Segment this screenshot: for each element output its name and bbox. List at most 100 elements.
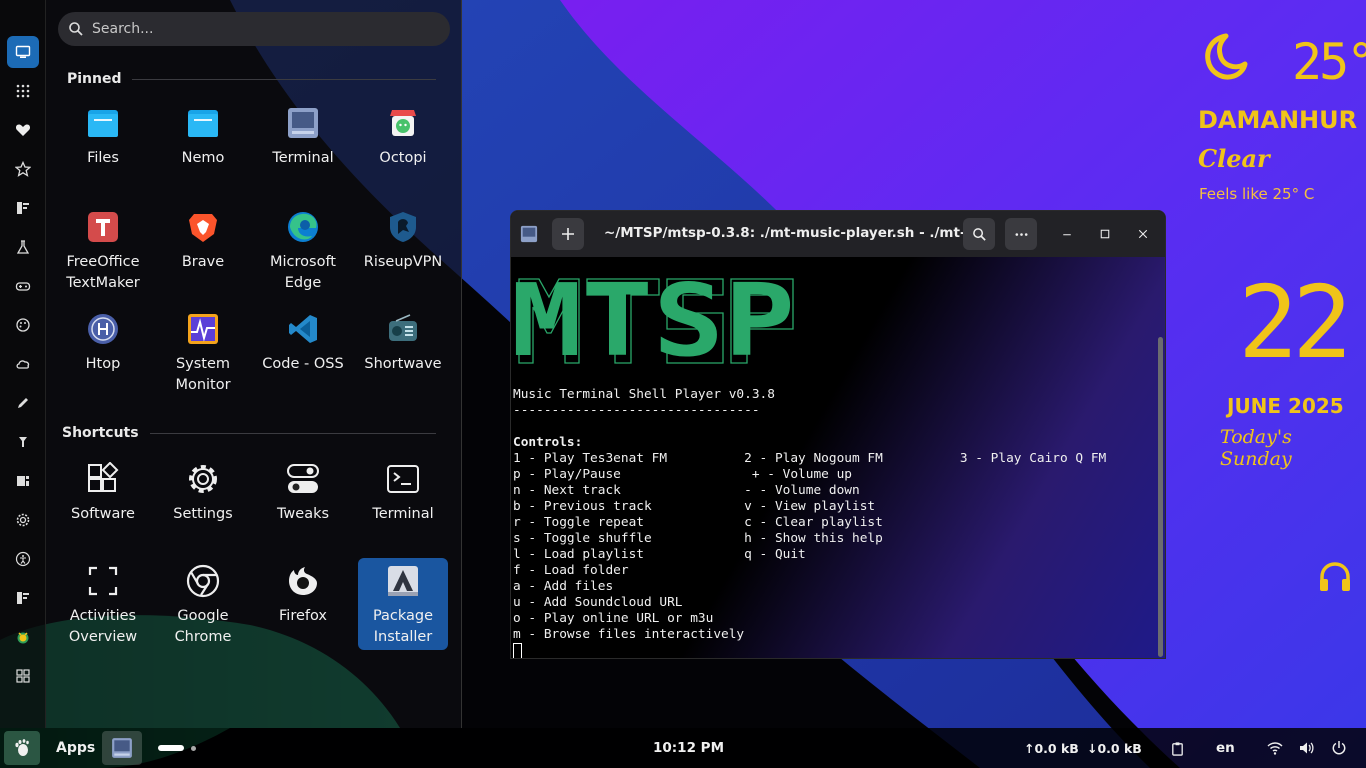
pinned-app-riseupvpn[interactable]: RiseupVPN [358, 204, 448, 296]
taskbar-terminal-task[interactable] [102, 731, 142, 765]
brave-icon [186, 210, 220, 244]
rail-accessibility-icon[interactable] [7, 543, 39, 575]
shortcuts-section-title: Shortcuts [62, 425, 139, 441]
files-icon [86, 106, 120, 140]
rail-games-controller-icon[interactable] [7, 270, 39, 302]
terminal-output[interactable]: MTSP Music Terminal Shell Player v0.3.8 … [511, 257, 1165, 658]
pinned-app-freeoffice-textmaker[interactable]: FreeOffice TextMaker [58, 204, 148, 296]
rail-star-icon[interactable] [7, 153, 39, 185]
rail-accessories-icon[interactable] [7, 192, 39, 224]
pinned-app-microsoft-edge[interactable]: Microsoft Edge [258, 204, 348, 296]
terminal-app-icon [519, 224, 539, 244]
start-button[interactable] [4, 731, 40, 765]
rail-utilities-icon[interactable] [7, 582, 39, 614]
shortcut-package-installer[interactable]: Package Installer [358, 558, 448, 650]
toggle-icon [286, 462, 320, 496]
terminal-window[interactable]: ~/MTSP/mtsp-0.3.8: ./mt-music-player.sh … [510, 210, 1166, 659]
app-label: Settings [173, 506, 233, 522]
date-weekday: Today's Sunday [1220, 426, 1292, 470]
weather-condition: Clear [1198, 144, 1270, 173]
rail-science-flask-icon[interactable] [7, 231, 39, 263]
power-icon[interactable] [1331, 728, 1347, 768]
rail-settings-gear-icon[interactable] [7, 504, 39, 536]
gear-icon [186, 462, 220, 496]
rail-internet-cloud-icon[interactable] [7, 348, 39, 380]
terminal-search-icon[interactable] [963, 218, 995, 250]
upload-arrow-icon: ↑ [1024, 740, 1035, 756]
app-label: Terminal [272, 150, 334, 166]
minimize-icon[interactable] [1057, 224, 1077, 244]
new-tab-plus-icon[interactable] [552, 218, 584, 250]
terminal-line: s - Toggle shuffle h - Show this help [513, 531, 883, 546]
headphones-icon[interactable] [1318, 561, 1352, 593]
pinned-app-brave[interactable]: Brave [158, 204, 248, 296]
app-label: Files [87, 150, 119, 166]
terminal-line: p - Play/Pause + - Volume up [513, 467, 852, 482]
search-input[interactable] [92, 21, 392, 37]
download-value: 0.0 kB [1097, 740, 1142, 756]
rail-development-icon[interactable] [7, 426, 39, 458]
pinned-app-system-monitor[interactable]: System Monitor [158, 306, 248, 398]
shortcut-settings[interactable]: Settings [158, 456, 248, 548]
workspace-active-dot [158, 745, 184, 751]
weather-city: damanhur [1198, 106, 1358, 134]
search-box[interactable] [58, 12, 450, 46]
app-label: Firefox [279, 608, 327, 624]
apps-button[interactable]: Apps [56, 728, 95, 768]
app-label: Microsoft Edge [270, 254, 336, 291]
terminal-line: Controls: [513, 435, 583, 450]
shortcut-activities-overview[interactable]: Activities Overview [58, 558, 148, 650]
vscode-icon [286, 312, 320, 346]
app-label: Brave [181, 254, 225, 270]
textmaker-icon [86, 210, 120, 244]
terminal-line: u - Add Soundcloud URL [513, 595, 683, 610]
shortcut-software[interactable]: Software [58, 456, 148, 548]
app-label: Software [71, 506, 135, 522]
shortcut-google-chrome[interactable]: Google Chrome [158, 558, 248, 650]
rail-office-pencil-icon[interactable] [7, 387, 39, 419]
terminal-icon [112, 738, 132, 758]
volume-icon[interactable] [1298, 728, 1314, 768]
shortcut-tweaks[interactable]: Tweaks [258, 456, 348, 548]
category-rail [0, 0, 46, 728]
rail-multimedia-icon[interactable] [7, 465, 39, 497]
pinned-app-code-oss[interactable]: Code - OSS [258, 306, 348, 398]
pinned-app-octopi[interactable]: Octopi [358, 100, 448, 192]
app-label: Package Installer [372, 608, 434, 645]
terminal-line: -------------------------------- [513, 403, 760, 418]
terminal-menu-dots-icon[interactable] [1005, 218, 1037, 250]
pinned-app-nemo[interactable]: Nemo [158, 100, 248, 192]
rail-favorites-heart-icon[interactable] [7, 114, 39, 146]
rail-wine-icon[interactable] [7, 621, 39, 653]
rail-grid-icon[interactable] [7, 75, 39, 107]
wifi-icon[interactable] [1267, 728, 1283, 768]
shortcut-terminal[interactable]: Terminal [358, 456, 448, 548]
pinned-app-terminal[interactable]: Terminal [258, 100, 348, 192]
moon-icon [1205, 33, 1248, 80]
app-label: RiseupVPN [363, 254, 443, 270]
package-icon [386, 564, 420, 598]
keyboard-language[interactable]: en [1216, 728, 1235, 768]
rail-all-apps-monitor-icon[interactable] [7, 36, 39, 68]
download-arrow-icon: ↓ [1087, 740, 1098, 756]
pinned-app-files[interactable]: Files [58, 100, 148, 192]
clipboard-icon[interactable] [1170, 728, 1185, 768]
edge-icon [286, 210, 320, 244]
close-icon[interactable] [1133, 224, 1153, 244]
rail-other-puzzle-icon[interactable] [7, 660, 39, 692]
pinned-section-title: Pinned [67, 71, 122, 87]
workspace-indicator[interactable] [158, 728, 196, 768]
app-label: Tweaks [276, 506, 330, 522]
rail-graphics-palette-icon[interactable] [7, 309, 39, 341]
maximize-icon[interactable] [1095, 224, 1115, 244]
pinned-app-shortwave[interactable]: Shortwave [358, 306, 448, 398]
clock[interactable]: 10:12 PM [653, 728, 724, 768]
terminal-line: m - Browse files interactively [513, 627, 745, 642]
terminal-header-bar[interactable]: ~/MTSP/mtsp-0.3.8: ./mt-music-player.sh … [511, 211, 1165, 257]
terminal-scrollbar[interactable] [1158, 337, 1163, 657]
pinned-divider [132, 79, 436, 80]
shortcut-firefox[interactable]: Firefox [258, 558, 348, 650]
pinned-app-htop[interactable]: Htop [58, 306, 148, 398]
app-label: Google Chrome [174, 608, 232, 645]
firefox-icon [286, 564, 320, 598]
